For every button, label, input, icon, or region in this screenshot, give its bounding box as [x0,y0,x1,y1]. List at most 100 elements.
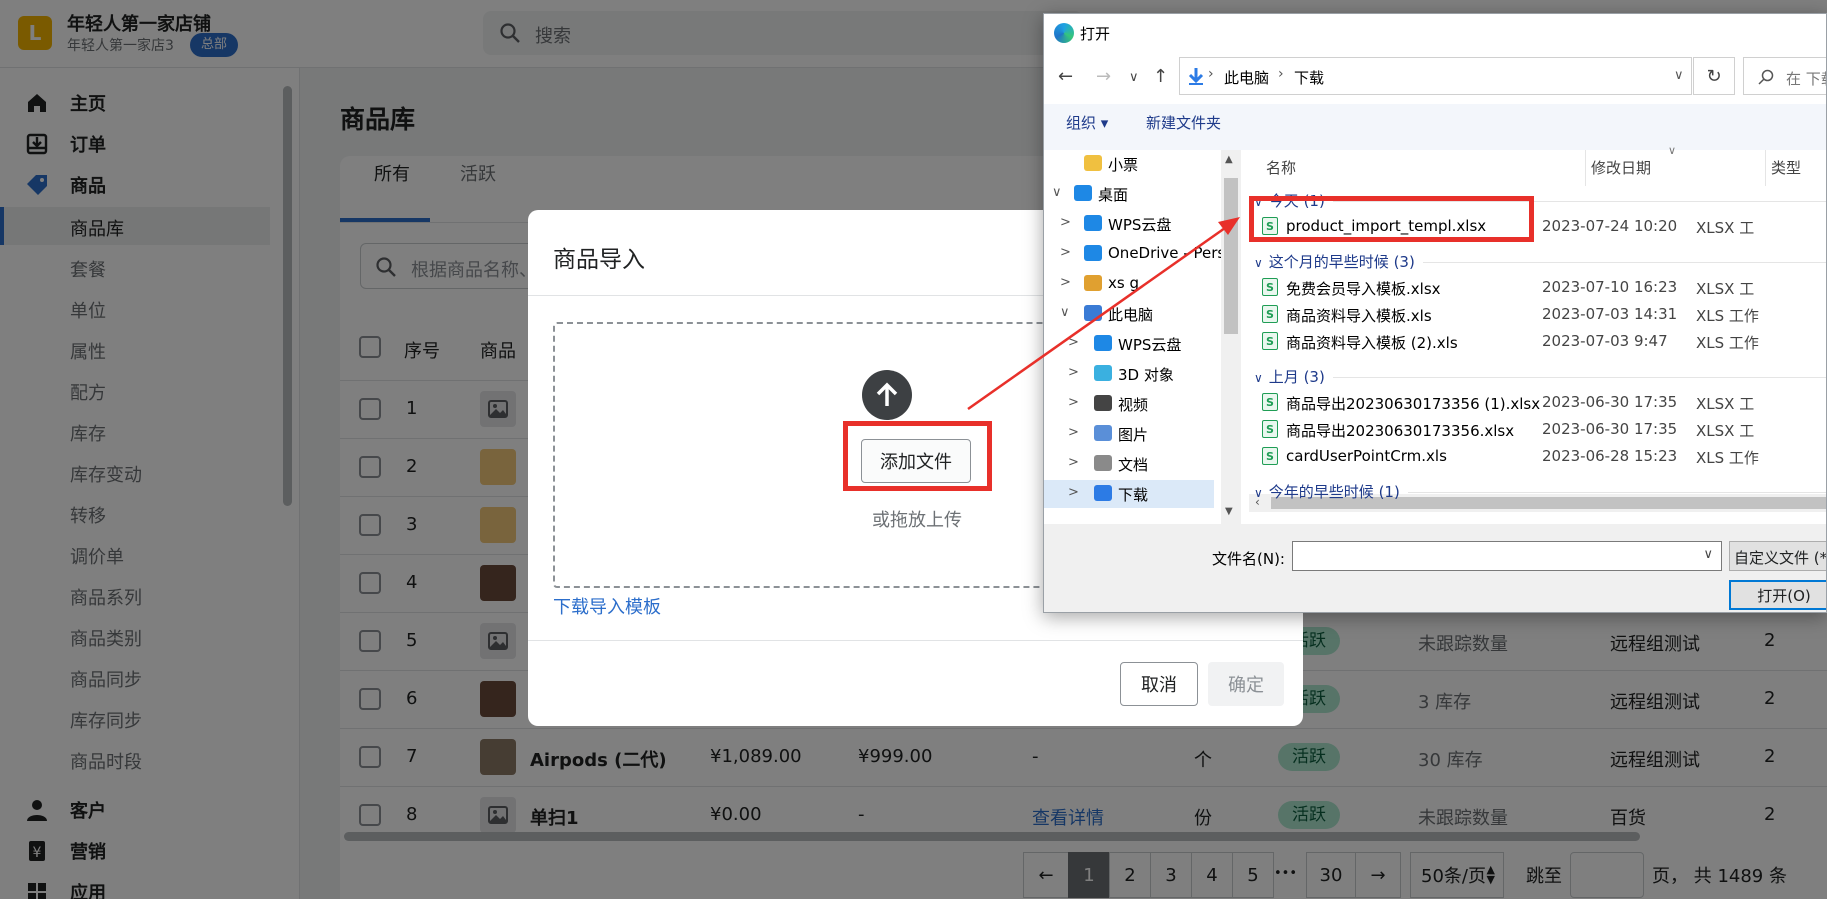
sort-indicator-icon: ∨ [1668,144,1677,157]
file-row[interactable]: S 商品资料导入模板.xls 2023-07-03 14:31 XLS 工作 [1262,302,1826,328]
tree-item[interactable]: >3D 对象 [1044,360,1214,388]
spreadsheet-file-icon: S [1262,393,1278,411]
collapsed-chevron-icon[interactable]: > [1068,335,1079,350]
file-row[interactable]: S 商品资料导入模板 (2).xls 2023-07-03 9:47 XLS 工作 [1262,329,1826,355]
filetype-select[interactable]: 自定义文件 (*. [1729,541,1826,571]
group-chevron-icon: ∨ [1254,486,1263,500]
tree-item[interactable]: ∨ 桌面 [1044,180,1214,208]
file-name: 商品资料导入模板.xls [1286,307,1432,325]
file-type: XLSX 工 [1696,280,1755,298]
file-row[interactable]: S 商品导出20230630173356 (1).xlsx 2023-06-30 1… [1262,390,1826,416]
group-label: 上月 (3) [1268,368,1325,386]
collapsed-chevron-icon[interactable]: > [1068,395,1079,410]
address-dropdown-chevron-icon[interactable]: ∨ [1674,68,1684,83]
tree-item-label: OneDrive - Pers [1108,244,1226,262]
file-type: XLS 工作 [1696,449,1759,467]
tree-item-label: xs g [1108,274,1139,292]
spreadsheet-file-icon: S [1262,447,1278,465]
expanded-chevron-icon[interactable]: ∨ [1060,305,1070,320]
tree-item-label: 下载 [1118,486,1149,504]
spreadsheet-file-icon: S [1262,332,1278,350]
tree-item[interactable]: > 下载 [1044,480,1214,508]
up-arrow-icon[interactable]: ↑ [1153,66,1168,87]
path-segment-downloads[interactable]: 下载 [1294,67,1324,88]
tree-item[interactable]: > WPS云盘 [1044,330,1214,358]
col-header-name[interactable]: 名称 [1266,157,1296,193]
collapsed-chevron-icon[interactable]: > [1068,485,1079,500]
forward-arrow-icon[interactable]: → [1096,66,1111,87]
file-date: 2023-07-24 10:20 [1542,217,1678,235]
tree-scrollbar[interactable]: ▲ ▼ [1221,150,1241,524]
drop-hint: 或拖放上传 [872,510,962,531]
collapsed-chevron-icon[interactable]: > [1068,365,1079,380]
group-divider [1422,262,1826,263]
dialog-title: 打开 [1080,25,1111,43]
col-divider [1765,150,1766,186]
file-row[interactable]: S 商品导出20230630173356.xlsx 2023-06-30 17:35… [1262,417,1826,443]
file-type: XLS 工作 [1696,307,1759,325]
file-row[interactable]: S 免费会员导入模板.xlsx 2023-07-10 16:23 XLSX 工 [1262,275,1826,301]
col-header-type[interactable]: 类型 [1771,157,1801,193]
refresh-icon[interactable]: ↻ [1693,57,1735,95]
tree-item-label: 此电脑 [1108,306,1154,324]
file-group-header[interactable]: ∨ 上月 (3) [1254,366,1826,387]
collapsed-chevron-icon[interactable]: > [1060,275,1071,290]
folder-icon [1084,155,1102,171]
filename-dropdown-chevron-icon[interactable]: ∨ [1703,547,1713,562]
collapsed-chevron-icon[interactable]: > [1060,245,1071,260]
path-segment-this-pc[interactable]: 此电脑 [1224,67,1269,88]
open-button[interactable]: 打开(O) [1729,580,1826,610]
tree-item-label: WPS云盘 [1108,216,1172,234]
tree-item[interactable]: > xs g [1044,270,1214,298]
collapsed-chevron-icon[interactable]: > [1068,425,1079,440]
spreadsheet-file-icon: S [1262,420,1278,438]
tree-scroll-thumb[interactable] [1224,178,1238,334]
download-template-link[interactable]: 下载导入模板 [553,593,661,619]
cancel-button[interactable]: 取消 [1120,662,1198,706]
folder-icon [1094,485,1112,501]
file-date: 2023-06-30 17:35 [1542,393,1678,411]
tree-item[interactable]: ∨ 此电脑 [1044,300,1214,328]
tree-item-label: 小票 [1108,156,1139,174]
organize-menu[interactable]: 组织 ▾ [1066,112,1108,133]
folder-icon [1094,455,1112,471]
tree-item[interactable]: > 文档 [1044,450,1214,478]
file-group-header[interactable]: ∨ 这个月的早些时候 (3) [1254,251,1826,272]
scroll-up-icon[interactable]: ▲ [1225,154,1233,165]
folder-search-input[interactable]: 在 下载 [1743,57,1826,95]
folder-icon [1094,365,1112,381]
confirm-button[interactable]: 确定 [1208,662,1284,706]
tree-item-label: 文档 [1118,456,1149,474]
file-date: 2023-07-03 9:47 [1542,332,1668,350]
new-folder-button[interactable]: 新建文件夹 [1146,112,1221,133]
folder-icon [1084,245,1102,261]
tree-item[interactable]: > OneDrive - Pers [1044,240,1225,268]
expanded-chevron-icon[interactable]: ∨ [1052,185,1062,200]
collapsed-chevron-icon[interactable]: > [1060,215,1071,230]
filename-input[interactable]: ∨ [1292,541,1722,571]
folder-icon [1084,305,1102,321]
back-arrow-icon[interactable]: ← [1058,66,1073,87]
group-label: 今年的早些时候 (1) [1268,483,1400,501]
tree-item[interactable]: > WPS云盘 [1044,210,1214,238]
tree-item-label: WPS云盘 [1118,336,1182,354]
file-open-dialog: 打开 ← → ∨ ↑ › 此电脑 › 下载 ∨ ↻ 在 下载 组织 ▾ 新建文件… [1043,13,1827,613]
folder-icon [1094,425,1112,441]
file-group-header[interactable]: ∨ 今年的早些时候 (1) [1254,481,1826,502]
tree-item[interactable]: > 视频 [1044,390,1214,418]
folder-icon [1094,395,1112,411]
file-row[interactable]: ScardUserPointCrm.xls 2023-06-28 15:23 XLS… [1262,444,1826,470]
file-type: XLSX 工 [1696,422,1755,440]
recent-locations-chevron-icon[interactable]: ∨ [1129,70,1139,85]
scroll-down-icon[interactable]: ▼ [1225,506,1233,517]
spreadsheet-file-icon: S [1262,278,1278,296]
highlight-box-template-file [1249,196,1534,242]
tree-item-label: 3D 对象 [1118,366,1174,384]
tree-item[interactable]: > 图片 [1044,420,1214,448]
col-header-date[interactable]: 修改日期 [1591,157,1651,193]
collapsed-chevron-icon[interactable]: > [1068,455,1079,470]
file-date: 2023-06-28 15:23 [1542,447,1678,465]
tree-item[interactable]: 小票 [1044,150,1214,178]
address-bar[interactable]: › 此电脑 › 下载 ∨ [1179,57,1692,95]
group-divider [1407,492,1826,493]
